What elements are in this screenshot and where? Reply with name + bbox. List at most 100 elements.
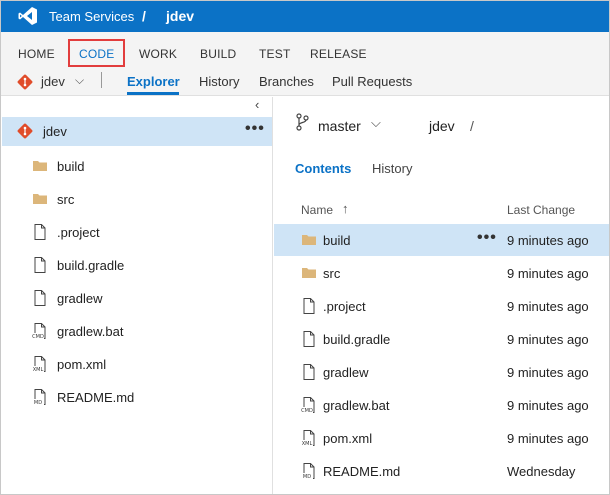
last-change: 9 minutes ago: [507, 431, 589, 446]
last-change: 9 minutes ago: [507, 233, 589, 248]
file-row[interactable]: CMD gradlew.bat 9 minutes ago: [274, 389, 609, 421]
svg-text:CMD: CMD: [301, 408, 313, 414]
hub-build[interactable]: BUILD: [200, 47, 236, 61]
path-separator: /: [470, 118, 474, 134]
file-row[interactable]: XML pom.xml 9 minutes ago: [274, 422, 609, 454]
tree-item-readme[interactable]: MD README.md: [1, 383, 271, 411]
more-actions-icon[interactable]: •••: [245, 120, 265, 138]
hub-test[interactable]: TEST: [259, 47, 290, 61]
branch-selector[interactable]: master: [318, 118, 361, 134]
last-change: 9 minutes ago: [507, 365, 589, 380]
svg-text:XML: XML: [302, 441, 313, 447]
tree-item-build-gradle[interactable]: build.gradle: [1, 251, 271, 279]
breadcrumb-separator: /: [142, 8, 146, 24]
file-icon: [34, 224, 46, 240]
cmd-file-icon: CMD: [32, 323, 46, 340]
file-name[interactable]: src: [323, 266, 340, 281]
md-file-icon: MD: [32, 389, 46, 406]
file-name[interactable]: build.gradle: [323, 332, 390, 347]
code-hub-highlight-box: [68, 39, 125, 67]
last-change: 9 minutes ago: [507, 266, 589, 281]
brand-link[interactable]: Team Services: [49, 9, 134, 24]
file-name[interactable]: pom.xml: [323, 431, 372, 446]
file-icon: [34, 290, 46, 306]
md-file-icon: MD: [301, 463, 315, 480]
tree-item-build[interactable]: build: [1, 152, 271, 180]
branch-icon: [296, 113, 309, 131]
file-icon: [303, 331, 315, 347]
contents-panel: master ⌵ jdev / Contents History Name ↑ …: [274, 97, 609, 494]
last-change: 9 minutes ago: [507, 299, 589, 314]
xml-file-icon: XML: [301, 430, 315, 447]
last-change: Wednesday: [507, 464, 576, 479]
window: Team Services / jdev HOME CODE WORK BUIL…: [0, 0, 610, 495]
tree-item-gradlew[interactable]: gradlew: [1, 284, 271, 312]
tab-pull-requests[interactable]: Pull Requests: [332, 74, 412, 89]
file-name[interactable]: .project: [323, 299, 366, 314]
explorer-tree-panel: ‹ jdev ••• build src .project build.grad…: [1, 97, 273, 494]
column-header-name[interactable]: Name: [301, 203, 333, 217]
file-name[interactable]: build: [323, 233, 350, 248]
svg-text:MD: MD: [34, 400, 42, 406]
file-row[interactable]: build.gradle 9 minutes ago: [274, 323, 609, 355]
column-header-last-change[interactable]: Last Change: [507, 203, 575, 217]
chevron-down-icon[interactable]: ⌵: [371, 115, 381, 131]
file-row[interactable]: gradlew 9 minutes ago: [274, 356, 609, 388]
repo-selector[interactable]: jdev: [41, 74, 65, 89]
svg-text:CMD: CMD: [32, 334, 44, 340]
tree-item-label: pom.xml: [57, 357, 107, 372]
file-row[interactable]: src 9 minutes ago: [274, 257, 609, 289]
file-name[interactable]: README.md: [323, 464, 400, 479]
tab-contents[interactable]: Contents: [295, 161, 351, 176]
tree-item-pom-xml[interactable]: XML pom.xml: [1, 350, 271, 378]
path-breadcrumb[interactable]: jdev: [429, 118, 455, 134]
hub-release[interactable]: RELEASE: [310, 47, 367, 61]
file-name[interactable]: gradlew: [323, 365, 369, 380]
file-name[interactable]: gradlew.bat: [323, 398, 390, 413]
file-icon: [34, 257, 46, 273]
visual-studio-logo-icon[interactable]: [18, 6, 38, 26]
file-icon: [303, 364, 315, 380]
tree-root-item[interactable]: jdev •••: [2, 117, 272, 146]
tab-content-history[interactable]: History: [372, 161, 412, 176]
folder-icon: [33, 194, 47, 204]
tree-item-label: gradlew.bat: [57, 324, 124, 339]
tree-item-label: build.gradle: [57, 258, 125, 273]
tree-item-gradlew-bat[interactable]: CMD gradlew.bat: [1, 317, 271, 345]
svg-text:XML: XML: [33, 367, 44, 373]
file-row[interactable]: MD README.md Wednesday: [274, 455, 609, 487]
project-link[interactable]: jdev: [166, 8, 194, 24]
tree-root-label: jdev: [43, 124, 67, 139]
subnav-divider: [101, 72, 102, 88]
xml-file-icon: XML: [32, 356, 46, 373]
hub-work[interactable]: WORK: [139, 47, 177, 61]
tab-explorer[interactable]: Explorer: [127, 74, 180, 89]
cmd-file-icon: CMD: [301, 397, 315, 414]
active-tab-underline: [127, 92, 179, 95]
code-sub-navigation: jdev ⌵ Explorer History Branches Pull Re…: [1, 69, 609, 96]
file-row[interactable]: .project 9 minutes ago: [274, 290, 609, 322]
folder-icon: [302, 235, 316, 245]
tree-item-src[interactable]: src: [1, 185, 271, 213]
more-actions-icon[interactable]: •••: [477, 229, 497, 247]
tab-branches[interactable]: Branches: [259, 74, 314, 89]
sort-ascending-icon[interactable]: ↑: [342, 201, 349, 216]
hub-home[interactable]: HOME: [18, 47, 55, 61]
tree-item-label: src: [57, 192, 75, 207]
tab-history[interactable]: History: [199, 74, 239, 89]
top-bar: Team Services / jdev: [1, 1, 609, 32]
git-repo-icon: [17, 123, 33, 139]
last-change: 9 minutes ago: [507, 398, 589, 413]
folder-icon: [302, 268, 316, 278]
tree-item-label: README.md: [57, 390, 135, 405]
file-icon: [303, 298, 315, 314]
tree-item-label: .project: [57, 225, 100, 240]
git-repo-icon: [17, 74, 33, 90]
chevron-down-icon[interactable]: ⌵: [75, 73, 84, 88]
file-row[interactable]: build ••• 9 minutes ago: [274, 224, 609, 256]
tree-item-label: gradlew: [57, 291, 103, 306]
collapse-panel-icon[interactable]: ‹: [255, 97, 259, 112]
last-change: 9 minutes ago: [507, 332, 589, 347]
folder-icon: [33, 161, 47, 171]
tree-item-project[interactable]: .project: [1, 218, 271, 246]
